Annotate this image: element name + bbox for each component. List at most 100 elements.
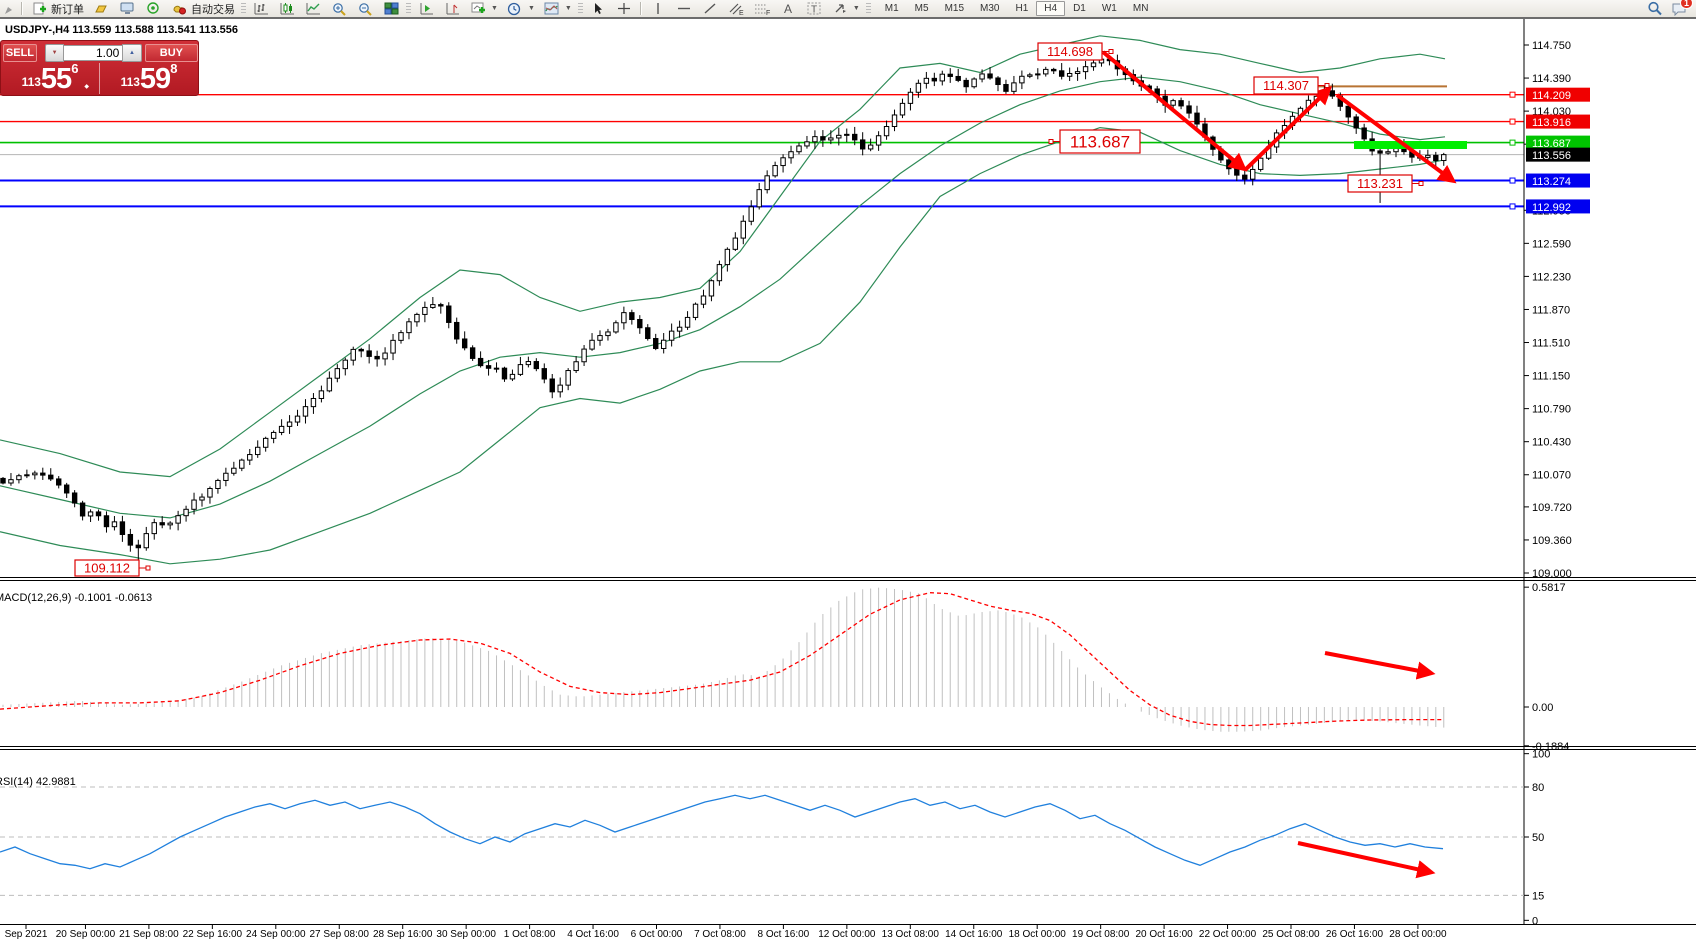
text-label-icon: T [805,1,823,16]
bar-chart-icon [252,1,270,16]
trendline-tool-button[interactable] [697,1,723,17]
line-anchor[interactable] [1510,119,1515,124]
text-tool-button[interactable]: A [775,1,801,17]
sell-price-point: 6 [71,61,78,76]
tile-windows-button[interactable] [378,1,404,17]
signals-button[interactable] [140,1,166,17]
price-tag-text: 114.209 [1532,90,1571,102]
volume-increase-button[interactable]: ▲ [122,44,141,62]
timeframe-M30[interactable]: M30 [972,1,1007,16]
new-order-button[interactable]: 新订单 [26,1,88,17]
computer-icon [118,1,136,16]
terminal-button[interactable] [114,1,140,17]
time-axis-label: 25 Oct 08:00 [1262,929,1320,939]
auto-scroll-icon [417,1,435,16]
time-axis-label: 27 Sep 08:00 [310,929,370,939]
indicators-button[interactable]: ▼ [465,1,502,17]
vline-tool-button[interactable] [645,1,671,17]
time-axis-label: 14 Oct 16:00 [945,929,1003,939]
chart-window[interactable]: 114.750114.390114.030113.670112.950112.5… [0,19,1696,939]
main-toolbar: 新订单 自动交易 [0,0,1696,18]
time-axis-label: 22 Sep 16:00 [183,929,243,939]
sell-button[interactable]: SELL [3,44,37,62]
annotation-113.231[interactable]: 113.231 [1348,175,1423,192]
time-axis-label: 8 Oct 16:00 [758,929,810,939]
toolbar-grip [866,3,871,15]
trend-arrow-5[interactable] [1298,843,1430,872]
crosshair-tool-button[interactable] [611,1,637,17]
toolbar-edge-icon [0,1,18,16]
new-order-label: 新订单 [51,1,84,17]
timeframe-H1[interactable]: H1 [1007,1,1036,16]
trend-arrow-2[interactable] [1245,90,1328,170]
candlestick-mode-button[interactable] [274,1,300,17]
periods-button[interactable]: ▼ [502,1,539,17]
auto-trading-button[interactable]: 自动交易 [166,1,239,17]
cursor-tool-button[interactable] [585,1,611,17]
auto-scroll-button[interactable] [413,1,439,17]
separator [21,2,23,15]
annotation-113.687[interactable]: 113.687 [1049,130,1140,153]
line-anchor[interactable] [1510,178,1515,183]
time-axis-label: 28 Oct 00:00 [1389,929,1447,939]
crosshair-icon [615,1,633,16]
line-anchor[interactable] [1510,140,1515,145]
trendline-icon [701,1,719,16]
svg-text:T: T [811,5,817,16]
annotation-114.307[interactable]: 114.307 [1254,77,1329,94]
notifications-icon[interactable]: 1 [1670,1,1688,16]
timeframe-D1[interactable]: D1 [1065,1,1094,16]
price-tick-label: 110.070 [1532,470,1571,482]
price-tick-label: 111.870 [1532,304,1570,316]
zoom-out-button[interactable] [352,1,378,17]
dropdown-caret: ▼ [565,5,572,12]
trading-chart-canvas[interactable]: 114.750114.390114.030113.670112.950112.5… [0,19,1696,939]
timeframe-M5[interactable]: M5 [907,1,937,16]
line-anchor[interactable] [1510,204,1515,209]
line-chart-mode-button[interactable] [300,1,326,17]
time-axis-label: 1 Oct 08:00 [504,929,556,939]
volume-input[interactable] [64,45,122,61]
text-label-tool-button[interactable]: T [801,1,827,17]
annotation-109.112[interactable]: 109.112 [75,560,150,576]
indicators-icon [469,1,487,16]
timeframe-M15[interactable]: M15 [937,1,972,16]
buy-button[interactable]: BUY [145,44,198,62]
annotation-114.698[interactable]: 114.698 [1038,43,1113,60]
timeframe-MN[interactable]: MN [1125,1,1157,16]
cursor-icon [589,1,607,16]
fibonacci-tool-button[interactable]: F [749,1,775,17]
hline-tool-button[interactable] [671,1,697,17]
price-tick-label: 111.150 [1532,371,1570,383]
svg-text:114.307: 114.307 [1263,78,1309,93]
zoom-in-button[interactable] [326,1,352,17]
sell-price[interactable]: 113 55 6 ◆ [1,63,99,94]
channel-tool-button[interactable]: E [723,1,749,17]
auto-trading-label: 自动交易 [191,1,235,17]
buy-price[interactable]: 113 59 8 [99,63,198,94]
templates-button[interactable]: ▼ [539,1,576,17]
chart-shift-button[interactable] [439,1,465,17]
rsi-scale-label: 15 [1532,890,1544,902]
search-icon[interactable] [1646,1,1664,16]
rsi-scale-label: 100 [1532,749,1550,761]
bar-chart-mode-button[interactable] [248,1,274,17]
deposit-button[interactable] [88,1,114,17]
price-tick-label: 114.750 [1532,40,1571,52]
svg-text:113.687: 113.687 [1070,133,1130,152]
svg-text:E: E [739,10,744,16]
trend-arrow-4[interactable] [1325,653,1430,673]
gold-icon [92,1,110,16]
chart-shift-icon [443,1,461,16]
buy-price-handle: 113 [121,75,140,89]
arrows-tool-button[interactable]: ▼ [827,1,864,17]
line-anchor[interactable] [1510,92,1515,97]
price-tick-label: 109.720 [1532,502,1572,514]
volume-decrease-button[interactable]: ▼ [45,44,64,62]
timeframe-M1[interactable]: M1 [877,1,907,16]
timeframe-H4[interactable]: H4 [1036,1,1065,16]
diamond-icon: ◆ [84,83,89,90]
one-click-trading-panel: SELL ▼ ▲ BUY 113 55 6 ◆ 113 59 8 [0,40,199,96]
macd-signal-line [0,593,1443,726]
timeframe-W1[interactable]: W1 [1094,1,1125,16]
